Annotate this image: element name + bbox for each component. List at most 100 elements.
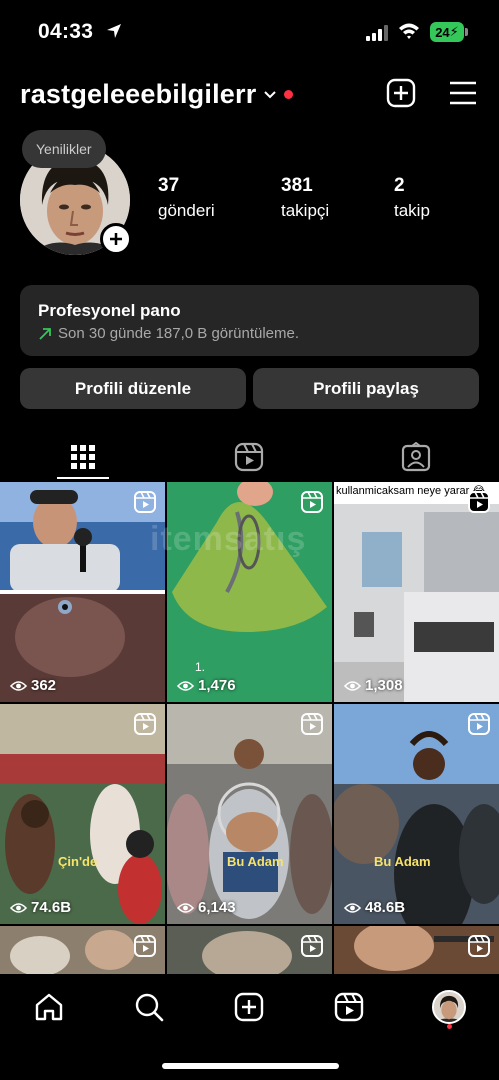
reels-icon bbox=[234, 442, 264, 472]
post-view-count-value: 1,476 bbox=[198, 677, 236, 694]
tab-grid[interactable] bbox=[0, 434, 166, 480]
professional-dashboard-card[interactable]: Profesyonel pano Son 30 günde 187,0 B gö… bbox=[20, 285, 479, 356]
post-view-count: 48.6B bbox=[344, 899, 405, 916]
create-icon bbox=[234, 992, 264, 1022]
reel-indicator-icon bbox=[468, 491, 490, 513]
home-indicator-bar[interactable] bbox=[162, 1063, 339, 1069]
stat-posts-count: 37 bbox=[158, 175, 180, 196]
watermark-text: itemsatış bbox=[150, 520, 307, 558]
create-icon[interactable] bbox=[386, 78, 416, 108]
post-thumbnail-kitchen bbox=[334, 482, 499, 702]
nav-home[interactable] bbox=[32, 990, 66, 1024]
grid-post-8[interactable] bbox=[167, 926, 332, 974]
nav-create[interactable] bbox=[232, 990, 266, 1024]
plus-icon bbox=[110, 233, 122, 245]
stat-following[interactable]: 2 takip bbox=[394, 175, 430, 221]
eye-icon bbox=[177, 902, 194, 913]
edit-profile-button[interactable]: Profili düzenle bbox=[20, 368, 246, 409]
post-thumbnail-school-yard bbox=[0, 704, 165, 924]
grid-post-1[interactable]: 362 bbox=[0, 482, 165, 702]
nav-profile[interactable] bbox=[432, 990, 466, 1024]
reel-indicator-icon bbox=[468, 935, 490, 957]
tagged-icon bbox=[401, 442, 431, 472]
eye-icon bbox=[10, 902, 27, 913]
cellular-signal-icon bbox=[366, 25, 388, 41]
reel-indicator-icon bbox=[134, 491, 156, 513]
pro-dashboard-title: Profesyonel pano bbox=[38, 301, 181, 320]
reels-icon bbox=[334, 992, 364, 1022]
grid-post-9[interactable] bbox=[334, 926, 499, 974]
grid-post-2[interactable]: 1. 1,476 bbox=[167, 482, 332, 702]
post-caption-overlay: Bu Adam bbox=[227, 854, 284, 869]
reel-indicator-icon bbox=[301, 713, 323, 735]
username: rastgeleeebilgilerr bbox=[20, 78, 257, 109]
stat-following-count: 2 bbox=[394, 175, 405, 196]
stat-followers[interactable]: 381 takipçi bbox=[281, 175, 329, 221]
post-view-count: 1,476 bbox=[177, 677, 236, 694]
stat-followers-label: takipçi bbox=[281, 201, 330, 220]
nav-reels[interactable] bbox=[332, 990, 366, 1024]
chevron-down-icon bbox=[264, 91, 277, 99]
post-view-count-value: 362 bbox=[31, 677, 57, 694]
add-story-button[interactable] bbox=[100, 223, 132, 255]
avatar-portrait-image-small bbox=[434, 992, 464, 1022]
menu-icon[interactable] bbox=[449, 80, 477, 106]
post-view-count-value: 74.6B bbox=[31, 899, 72, 916]
post-view-count: 74.6B bbox=[10, 899, 71, 916]
stat-posts-label: gönderi bbox=[158, 201, 215, 220]
tab-reels[interactable] bbox=[166, 434, 332, 480]
post-caption-overlay: 1. bbox=[195, 660, 206, 674]
reel-indicator-icon bbox=[134, 713, 156, 735]
status-time: 04:33 bbox=[38, 20, 94, 43]
post-caption-overlay: Bu Adam bbox=[374, 854, 431, 869]
battery-cap bbox=[465, 28, 468, 36]
grid-post-6[interactable]: Bu Adam 48.6B bbox=[334, 704, 499, 924]
reel-indicator-icon bbox=[301, 935, 323, 957]
post-caption-overlay: kullanmicaksam neye yarar 😂 bbox=[336, 485, 486, 497]
post-view-count: 6,143 bbox=[177, 899, 236, 916]
stat-posts[interactable]: 37 gönderi bbox=[158, 175, 215, 221]
profile-notification-dot bbox=[447, 1024, 452, 1029]
reel-indicator-icon bbox=[468, 713, 490, 735]
eye-icon bbox=[10, 680, 27, 691]
post-thumbnail-podcast bbox=[0, 482, 165, 702]
eye-icon bbox=[344, 680, 361, 691]
battery-level: 24 bbox=[435, 24, 450, 40]
stat-followers-count: 381 bbox=[281, 175, 313, 196]
grid-post-4[interactable]: Çin'de 74.6B bbox=[0, 704, 165, 924]
location-arrow-icon bbox=[107, 24, 121, 38]
post-view-count-value: 1,308 bbox=[365, 677, 403, 694]
wifi-icon bbox=[399, 23, 419, 39]
post-thumbnail-crowd-runner bbox=[334, 704, 499, 924]
grid-post-5[interactable]: Bu Adam 6,143 bbox=[167, 704, 332, 924]
reel-indicator-icon bbox=[134, 935, 156, 957]
eye-icon bbox=[344, 902, 361, 913]
post-thumbnail-aloe bbox=[167, 482, 332, 702]
search-icon bbox=[135, 993, 164, 1022]
reel-indicator-icon bbox=[301, 491, 323, 513]
profile-avatar bbox=[432, 990, 466, 1024]
share-profile-button[interactable]: Profili paylaş bbox=[253, 368, 479, 409]
notification-dot bbox=[284, 89, 294, 99]
post-view-count: 1,308 bbox=[344, 677, 403, 694]
post-view-count-value: 48.6B bbox=[365, 899, 406, 916]
battery-indicator: 24 ⚡ bbox=[430, 22, 464, 42]
eye-icon bbox=[177, 680, 194, 691]
post-view-count: 362 bbox=[10, 677, 56, 694]
tab-active-indicator bbox=[57, 477, 109, 479]
post-thumbnail-crowd-man bbox=[167, 704, 332, 924]
notes-bubble[interactable]: Yenilikler bbox=[22, 130, 106, 168]
grid-post-7[interactable] bbox=[0, 926, 165, 974]
status-bar: 04:33 24 ⚡ bbox=[0, 0, 499, 66]
home-icon bbox=[35, 993, 63, 1021]
account-switcher[interactable]: rastgeleeebilgilerr bbox=[20, 76, 294, 112]
grid-icon bbox=[71, 445, 95, 469]
tab-tagged[interactable] bbox=[333, 434, 499, 480]
nav-search[interactable] bbox=[132, 990, 166, 1024]
post-caption-overlay: Çin'de bbox=[58, 854, 98, 869]
grid-post-3[interactable]: kullanmicaksam neye yarar 😂 1,308 bbox=[334, 482, 499, 702]
stat-following-label: takip bbox=[394, 201, 430, 220]
pro-dashboard-subtitle: Son 30 günde 187,0 B görüntüleme. bbox=[58, 325, 300, 342]
post-view-count-value: 6,143 bbox=[198, 899, 236, 916]
trend-up-arrow-icon bbox=[39, 327, 51, 340]
